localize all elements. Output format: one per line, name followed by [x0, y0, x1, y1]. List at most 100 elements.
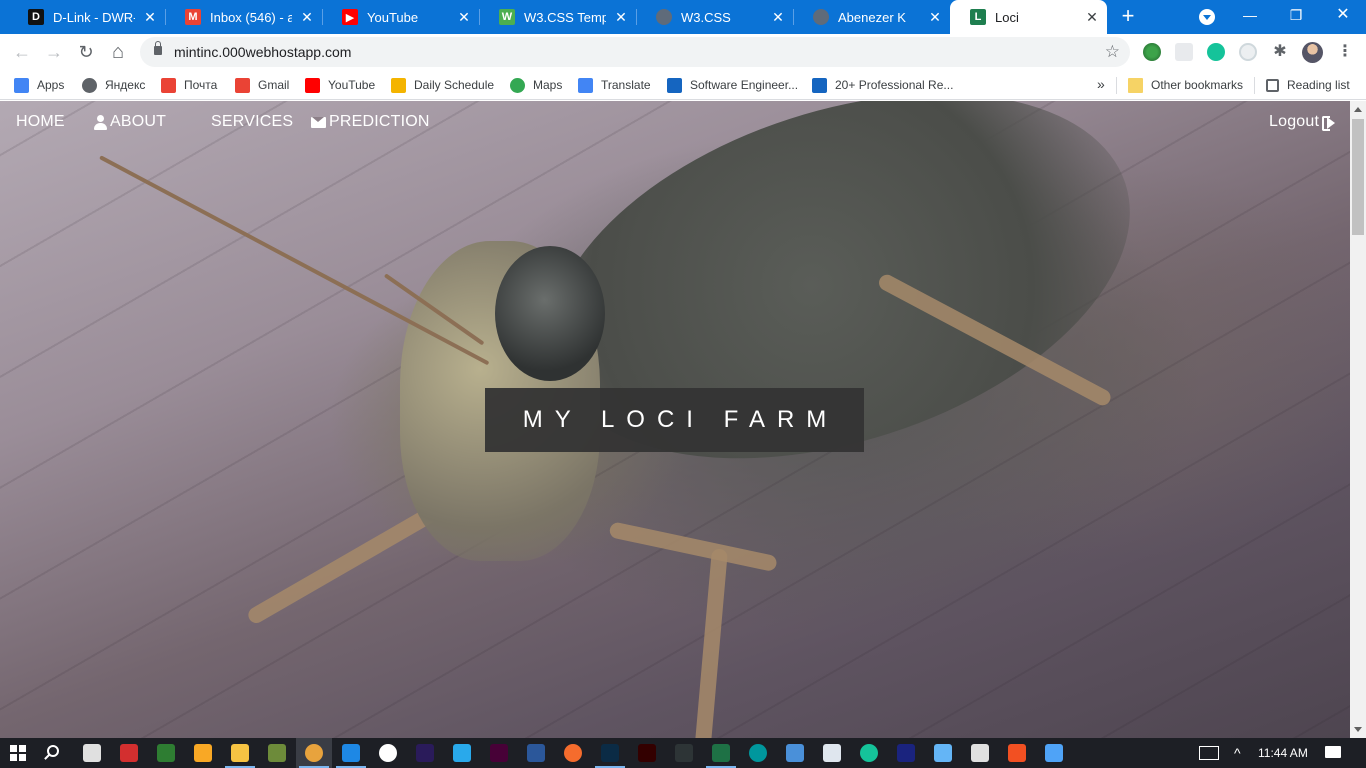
tab-strip: D D-Link - DWR-93 ✕ M Inbox (546) - abe ✕ ▶ You… — [0, 0, 1366, 34]
word-icon[interactable] — [527, 744, 545, 762]
address-url[interactable]: mintinc.000webhostapp.com — [174, 44, 351, 60]
browser-tab[interactable]: W W3.CSS Template ✕ — [479, 0, 636, 34]
maps-pin-icon — [510, 77, 525, 93]
site-navbar: HOME ABOUT SERVICES PREDICTION Logout — [0, 101, 1350, 146]
reading-list-button[interactable]: Reading list — [1266, 76, 1350, 94]
photoshop-icon[interactable] — [601, 744, 619, 762]
bookmark-item[interactable]: Почта — [161, 76, 217, 94]
tab-close-icon[interactable]: ✕ — [455, 8, 473, 26]
settings-icon[interactable] — [971, 744, 989, 762]
bookmark-item[interactable]: Software Engineer... — [667, 76, 798, 94]
nav-services-link[interactable]: SERVICES — [193, 113, 293, 131]
adobe-xd-icon[interactable] — [490, 744, 508, 762]
nav-prediction-link[interactable]: PREDICTION — [311, 113, 430, 131]
cube-icon[interactable] — [823, 744, 841, 762]
page-scrollbar[interactable] — [1350, 101, 1366, 738]
paint-icon[interactable] — [157, 744, 175, 762]
chrome-icon[interactable] — [305, 744, 323, 762]
bookmark-item[interactable]: 20+ Professional Re... — [812, 76, 953, 94]
tab-divider — [322, 9, 323, 25]
address-bar[interactable]: mintinc.000webhostapp.com ☆ — [140, 37, 1130, 67]
browser-tab[interactable]: ▶ YouTube ✕ — [322, 0, 479, 34]
file-explorer-blank-icon[interactable] — [83, 744, 101, 762]
extension-blank-icon[interactable] — [1175, 43, 1193, 61]
bookmark-item[interactable]: Яндекс — [82, 76, 145, 94]
browser-tab[interactable]: L Loci ✕ — [950, 0, 1107, 34]
grammarly-extension-icon[interactable] — [1207, 43, 1225, 61]
mongodb-icon[interactable] — [379, 744, 397, 762]
pdf-reader-icon[interactable] — [120, 744, 138, 762]
new-tab-button[interactable]: + — [1116, 5, 1140, 29]
profile-avatar[interactable] — [1302, 42, 1323, 63]
nav-about-link[interactable]: ABOUT — [94, 113, 166, 131]
extension-clock-icon[interactable] — [1239, 43, 1257, 61]
arduino-icon[interactable] — [749, 744, 767, 762]
gmail-icon — [235, 77, 250, 93]
vscode-icon[interactable] — [342, 744, 360, 762]
telegram-icon[interactable] — [453, 744, 471, 762]
back-button[interactable]: ← — [10, 40, 34, 64]
premiere-icon[interactable] — [416, 744, 434, 762]
bookmark-item[interactable]: Translate — [578, 76, 651, 94]
browser-tab[interactable]: W3.CSS ✕ — [636, 0, 793, 34]
reload-button[interactable]: ↻ — [74, 40, 98, 64]
download-icon[interactable] — [786, 744, 804, 762]
hero-title: MY LOCI FARM — [522, 406, 839, 433]
terminal-icon[interactable] — [675, 744, 693, 762]
nav-home-link[interactable]: HOME — [16, 113, 65, 131]
browser-tab[interactable]: M Inbox (546) - abe ✕ — [165, 0, 322, 34]
tab-close-icon[interactable]: ✕ — [1083, 8, 1101, 26]
scroll-up-arrow-icon[interactable] — [1354, 107, 1362, 112]
other-bookmarks-folder[interactable]: Other bookmarks — [1128, 76, 1243, 94]
taskbar-search-icon[interactable] — [47, 745, 59, 757]
git-icon[interactable] — [268, 744, 286, 762]
lock-icon[interactable] — [154, 41, 162, 55]
illustrator-icon[interactable] — [638, 744, 656, 762]
bookmark-star-icon[interactable]: ☆ — [1105, 42, 1120, 62]
origin-icon[interactable] — [564, 744, 582, 762]
tab-close-icon[interactable]: ✕ — [769, 8, 787, 26]
bookmarks-overflow-button[interactable]: » — [1097, 75, 1105, 93]
close-window-button[interactable]: ✕ — [1320, 0, 1366, 30]
tab-close-icon[interactable]: ✕ — [612, 8, 630, 26]
extensions-puzzle-icon[interactable]: ✱ — [1271, 43, 1289, 61]
tab-search-icon[interactable] — [1199, 9, 1215, 25]
tab-close-icon[interactable]: ✕ — [141, 8, 159, 26]
excel-icon[interactable] — [712, 744, 730, 762]
scroll-thumb[interactable] — [1352, 119, 1364, 235]
minimize-button[interactable]: — — [1227, 0, 1273, 30]
photos-icon[interactable] — [1045, 744, 1063, 762]
bookmark-item[interactable]: Maps — [510, 76, 562, 94]
nav-about-label: ABOUT — [110, 113, 167, 130]
scroll-down-arrow-icon[interactable] — [1354, 727, 1362, 732]
tab-divider — [479, 9, 480, 25]
bookmark-item[interactable]: Daily Schedule — [391, 76, 494, 94]
taskbar-clock[interactable]: 11:44 AM — [1258, 738, 1308, 768]
tab-close-icon[interactable]: ✕ — [926, 8, 944, 26]
forward-button[interactable]: → — [42, 40, 66, 64]
restore-button[interactable]: ❐ — [1273, 0, 1319, 30]
browser-tab[interactable]: D D-Link - DWR-93 ✕ — [8, 0, 165, 34]
bookmark-label: Translate — [601, 78, 651, 92]
bookmark-item[interactable]: YouTube — [305, 76, 375, 94]
extension-globe-icon[interactable] — [1143, 43, 1161, 61]
notifications-icon[interactable] — [1325, 738, 1341, 768]
bookmark-item[interactable]: Gmail — [235, 76, 289, 94]
magnifier-icon[interactable] — [934, 744, 952, 762]
tab-close-icon[interactable]: ✕ — [298, 8, 316, 26]
bookmark-label: Daily Schedule — [414, 78, 495, 92]
browser-menu-button[interactable]: ⋮ — [1337, 42, 1353, 62]
ms-store-icon[interactable] — [1008, 744, 1026, 762]
windows-start-icon[interactable] — [10, 745, 26, 761]
iis-icon[interactable] — [897, 744, 915, 762]
bookmark-item[interactable]: Apps — [14, 76, 64, 94]
logout-link[interactable]: Logout — [1269, 113, 1336, 131]
notepad-icon[interactable] — [194, 744, 212, 762]
folder-icon[interactable] — [231, 744, 249, 762]
youtube-icon: ▶ — [342, 9, 358, 25]
news-widget-icon[interactable] — [1199, 738, 1221, 768]
tray-chevron-icon[interactable]: ^ — [1234, 738, 1241, 768]
grammarly-icon[interactable] — [860, 744, 878, 762]
browser-tab[interactable]: Abenezer K ✕ — [793, 0, 950, 34]
home-button[interactable]: ⌂ — [106, 40, 130, 64]
